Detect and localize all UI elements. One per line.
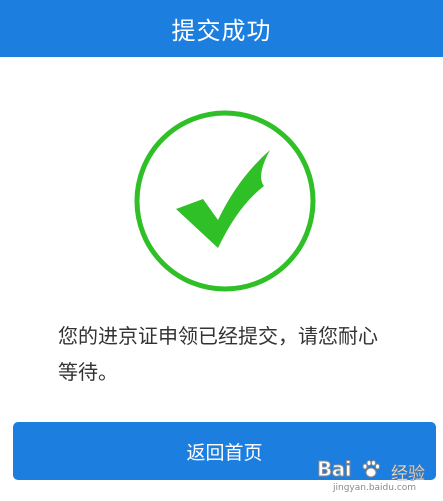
baidu-jingyan-watermark: Bai 经验 jingyan.baidu.com [316, 457, 437, 497]
header-bar: 提交成功 [0, 0, 443, 57]
checkmark-circle-icon [134, 110, 316, 292]
paw-icon [362, 460, 380, 478]
return-home-label: 返回首页 [186, 442, 263, 464]
page-title: 提交成功 [171, 17, 272, 45]
watermark-brand: Bai [316, 457, 352, 482]
watermark-suffix: 经验 [391, 464, 426, 485]
submission-success-page: 提交成功 您的进京证申领已经提交，请您耐心等待。 返回首页 Bai 经验 jin… [0, 0, 443, 501]
status-message: 您的进京证申领已经提交，请您耐心等待。 [58, 324, 378, 384]
watermark-url: jingyan.baidu.com [333, 483, 417, 493]
